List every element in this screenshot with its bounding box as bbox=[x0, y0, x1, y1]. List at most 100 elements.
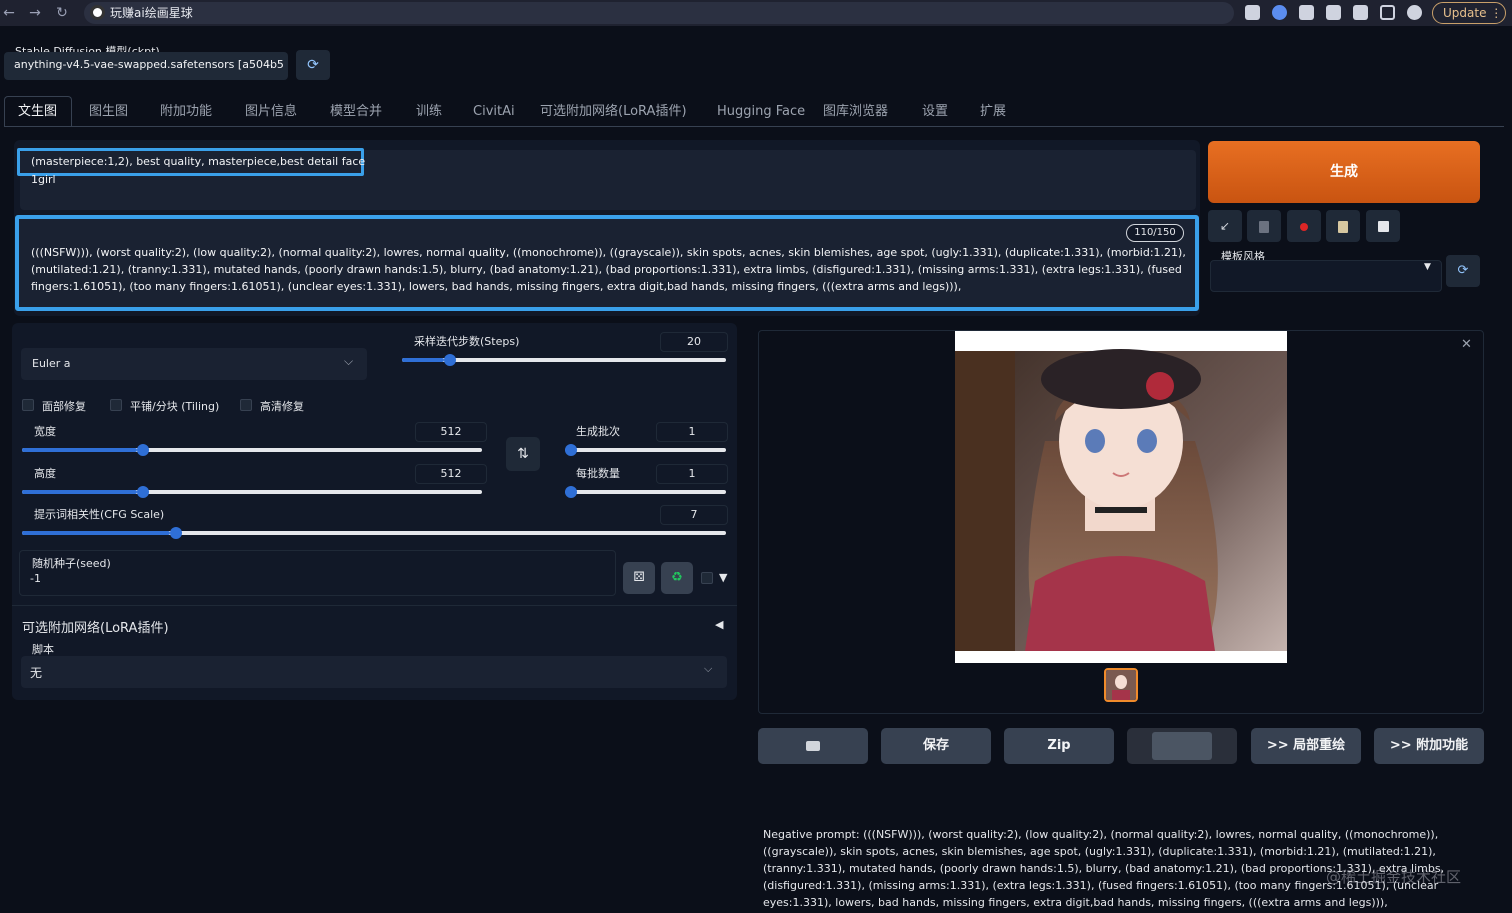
tab-extras[interactable]: 附加功能 bbox=[160, 102, 212, 122]
seed-value: -1 bbox=[30, 572, 41, 585]
generated-image[interactable] bbox=[955, 331, 1287, 663]
extra-seed-checkbox[interactable] bbox=[701, 572, 713, 584]
tab-png-info[interactable]: 图片信息 bbox=[245, 102, 297, 122]
save-button[interactable]: 保存 bbox=[881, 728, 991, 764]
face-restore-checkbox[interactable] bbox=[22, 399, 34, 411]
width-label: 宽度 bbox=[34, 425, 56, 438]
send-to-img2img-button[interactable] bbox=[1127, 728, 1237, 764]
negative-prompt-text: (((NSFW))), (worst quality:2), (low qual… bbox=[31, 246, 1186, 293]
open-folder-button[interactable] bbox=[758, 728, 868, 764]
update-button[interactable]: Update ⋮ bbox=[1432, 2, 1506, 24]
batch-count-slider-track[interactable] bbox=[565, 448, 726, 452]
positive-prompt-line2: 1girl bbox=[31, 173, 56, 186]
height-label: 高度 bbox=[34, 467, 56, 480]
steps-slider-thumb[interactable] bbox=[444, 354, 457, 366]
cfg-label: 提示词相关性(CFG Scale) bbox=[34, 508, 165, 521]
apply-style-button[interactable] bbox=[1326, 210, 1360, 242]
reading-list-icon[interactable] bbox=[1353, 5, 1368, 20]
tab-civitai[interactable]: CivitAi bbox=[473, 102, 515, 122]
batch-size-input[interactable]: 1 bbox=[656, 464, 728, 484]
generated-image-art bbox=[955, 331, 1287, 663]
height-slider-thumb[interactable] bbox=[137, 486, 149, 498]
tab-image-browser[interactable]: 图库浏览器 bbox=[823, 102, 888, 122]
generate-button[interactable]: 生成 bbox=[1208, 141, 1480, 203]
cfg-slider-thumb[interactable] bbox=[169, 527, 182, 539]
hires-label: 高清修复 bbox=[260, 400, 304, 413]
floppy-disk-icon bbox=[1377, 221, 1389, 232]
dice-icon: ⚄ bbox=[633, 570, 645, 585]
side-panel-icon[interactable] bbox=[1380, 5, 1395, 20]
width-slider-fill bbox=[22, 448, 137, 452]
gallery-thumbnail[interactable] bbox=[1104, 668, 1138, 702]
zip-button[interactable]: Zip bbox=[1004, 728, 1114, 764]
batch-size-slider-track[interactable] bbox=[565, 490, 726, 494]
send-to-inpaint-button[interactable]: >> 局部重绘 bbox=[1251, 728, 1361, 764]
width-slider-thumb[interactable] bbox=[137, 444, 149, 456]
puzzle-icon[interactable] bbox=[1326, 5, 1341, 20]
seed-label: 随机种子(seed) bbox=[32, 557, 111, 570]
tab-checkpoint-merger[interactable]: 模型合并 bbox=[330, 102, 382, 122]
arrow-down-left-icon: ↙ bbox=[1219, 219, 1231, 233]
site-favicon-icon bbox=[90, 5, 105, 20]
trash-icon bbox=[1259, 220, 1269, 233]
back-icon[interactable]: ← bbox=[0, 4, 18, 22]
steps-input[interactable]: 20 bbox=[660, 332, 728, 352]
folder-icon bbox=[806, 740, 820, 751]
batch-size-slider-thumb[interactable] bbox=[565, 486, 577, 498]
reuse-seed-button[interactable]: ♻ bbox=[661, 562, 693, 594]
tiling-checkbox[interactable] bbox=[110, 399, 122, 411]
read-params-button[interactable]: ↙ bbox=[1208, 210, 1242, 242]
swap-dimensions-button[interactable]: ⇅ bbox=[506, 437, 540, 471]
browser-toolbar: ← → ↻ 玩赚ai绘画星球 Update ⋮ bbox=[0, 0, 1512, 26]
red-dot-icon bbox=[1300, 222, 1308, 231]
clipboard-icon bbox=[1338, 220, 1348, 233]
tab-img2img[interactable]: 图生图 bbox=[89, 102, 128, 122]
save-style-button[interactable] bbox=[1366, 210, 1400, 242]
tab-train[interactable]: 训练 bbox=[416, 102, 442, 122]
collapse-arrow-icon[interactable]: ◀ bbox=[715, 618, 723, 631]
reload-icon[interactable]: ↻ bbox=[53, 4, 71, 22]
height-slider-fill bbox=[22, 490, 137, 494]
image-preview-icon bbox=[1152, 731, 1212, 760]
refresh-style-button[interactable]: ⟳ bbox=[1446, 255, 1480, 287]
update-label: Update bbox=[1443, 6, 1487, 20]
thumbnail-art bbox=[1106, 670, 1136, 700]
qr-code-icon[interactable] bbox=[1245, 5, 1260, 20]
chevron-down-icon: ⌵ bbox=[266, 58, 274, 69]
lora-accordion-label: 可选附加网络(LoRA插件) bbox=[22, 621, 169, 636]
extra-networks-button[interactable] bbox=[1287, 210, 1321, 242]
tab-txt2img[interactable]: 文生图 bbox=[18, 102, 57, 122]
hires-checkbox[interactable] bbox=[240, 399, 252, 411]
token-counter: 110/150 bbox=[1126, 224, 1184, 242]
batch-count-slider-thumb[interactable] bbox=[565, 444, 577, 456]
script-value: 无 bbox=[30, 666, 43, 680]
clear-prompt-button[interactable] bbox=[1247, 210, 1281, 242]
steps-slider-fill bbox=[402, 358, 445, 362]
tabs-divider bbox=[4, 126, 1504, 127]
batch-count-label: 生成批次 bbox=[576, 425, 620, 438]
tab-extensions[interactable]: 扩展 bbox=[980, 102, 1006, 122]
extension-icon[interactable] bbox=[1272, 5, 1287, 20]
sampler-select[interactable] bbox=[21, 348, 367, 380]
tab-lora[interactable]: 可选附加网络(LoRA插件) bbox=[540, 102, 687, 122]
height-input[interactable]: 512 bbox=[415, 464, 487, 484]
batch-count-input[interactable]: 1 bbox=[656, 422, 728, 442]
cfg-input[interactable]: 7 bbox=[660, 505, 728, 525]
address-bar[interactable]: 玩赚ai绘画星球 bbox=[84, 2, 1234, 24]
profile-avatar[interactable] bbox=[1407, 5, 1422, 20]
caret-down-icon[interactable]: ▼ bbox=[719, 571, 727, 584]
camera-icon[interactable] bbox=[1299, 5, 1314, 20]
sampler-value: Euler a bbox=[32, 357, 71, 370]
script-select[interactable] bbox=[21, 656, 727, 688]
refresh-model-button[interactable]: ⟳ bbox=[296, 50, 330, 80]
tab-settings[interactable]: 设置 bbox=[922, 102, 948, 122]
close-icon[interactable]: ✕ bbox=[1461, 337, 1472, 352]
style-select[interactable] bbox=[1210, 260, 1442, 292]
tiling-label: 平铺/分块 (Tiling) bbox=[130, 400, 220, 413]
batch-size-label: 每批数量 bbox=[576, 467, 620, 480]
send-to-extras-button[interactable]: >> 附加功能 bbox=[1374, 728, 1484, 764]
random-seed-button[interactable]: ⚄ bbox=[623, 562, 655, 594]
forward-icon[interactable]: → bbox=[26, 4, 44, 22]
width-input[interactable]: 512 bbox=[415, 422, 487, 442]
tab-hugging-face[interactable]: Hugging Face bbox=[717, 102, 805, 122]
